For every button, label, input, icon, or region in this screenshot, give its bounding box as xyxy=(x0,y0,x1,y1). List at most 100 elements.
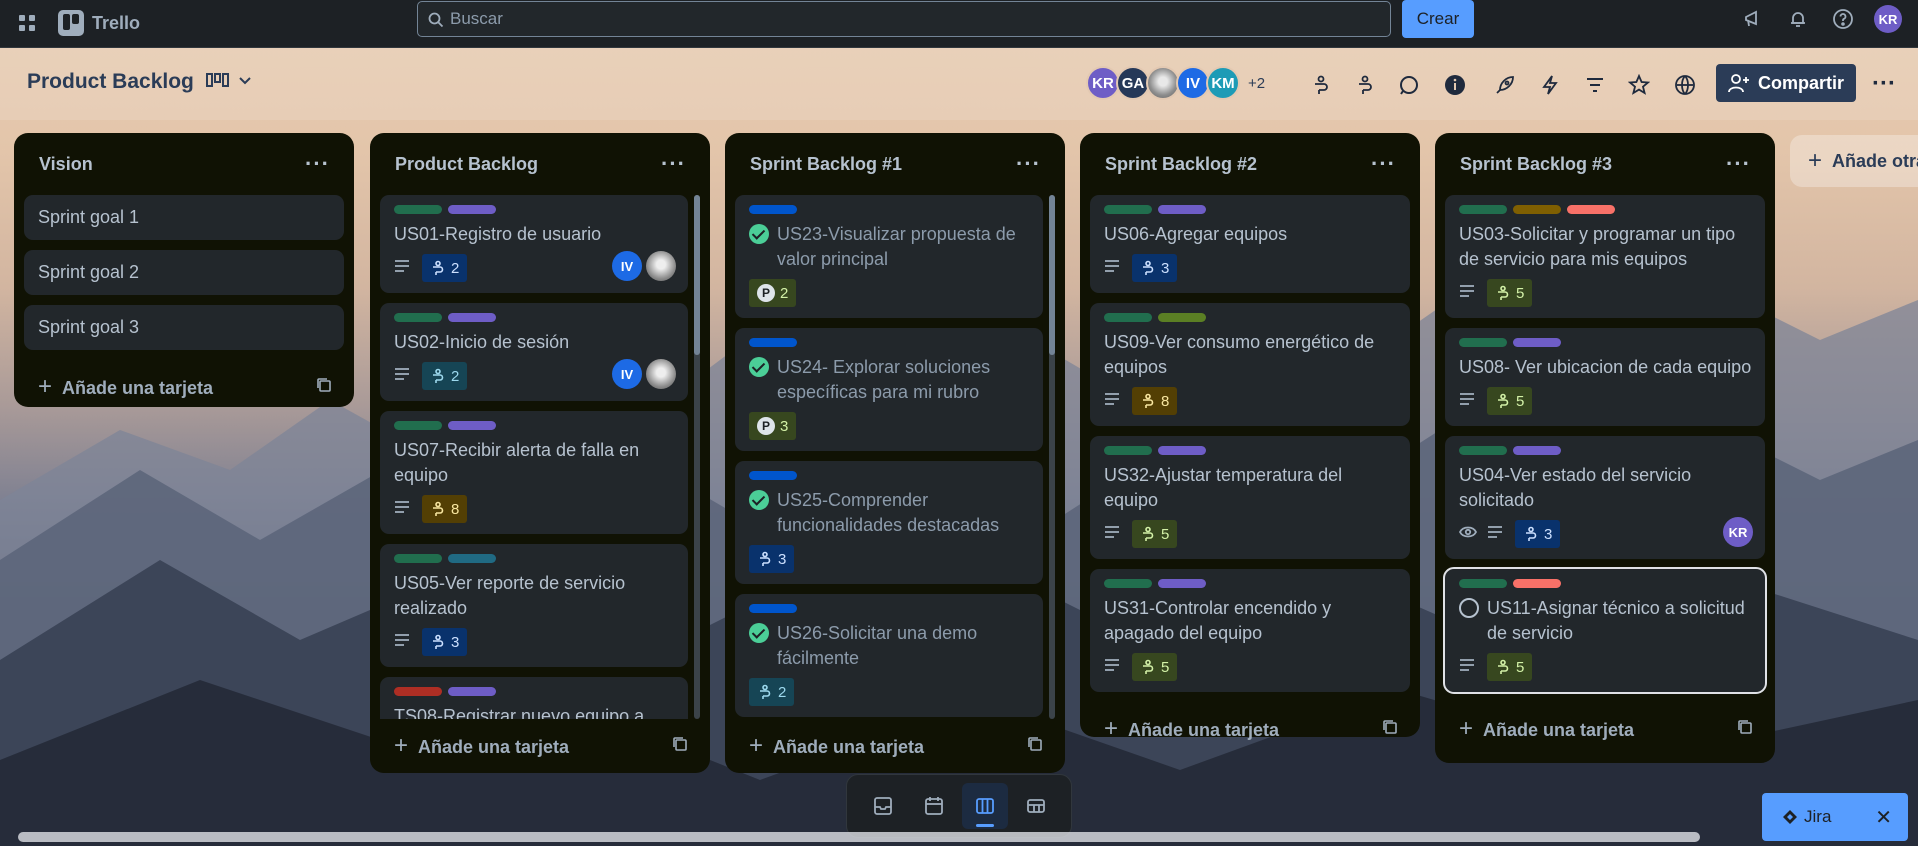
list-card[interactable]: TS08-Registrar nuevo equipo a xyxy=(380,677,688,719)
member-avatar[interactable]: IV xyxy=(612,359,642,389)
label-purple[interactable] xyxy=(1158,579,1206,588)
filter-icon[interactable] xyxy=(1580,70,1610,100)
user-avatar[interactable]: KR xyxy=(1874,5,1902,33)
more-members-count[interactable]: +2 xyxy=(1248,75,1265,92)
member-avatar[interactable]: IV xyxy=(612,251,642,281)
card-labels[interactable] xyxy=(1104,446,1398,455)
list-menu-icon[interactable]: ··· xyxy=(1016,153,1041,175)
template-icon[interactable] xyxy=(1737,719,1753,740)
visibility-globe-icon[interactable] xyxy=(1670,70,1700,100)
list-card[interactable]: US01-Registro de usuario 2 IV xyxy=(380,195,688,293)
card-labels[interactable] xyxy=(394,205,676,214)
star-icon[interactable] xyxy=(1624,70,1654,100)
list-scrollbar[interactable] xyxy=(1049,195,1055,719)
board-menu-button[interactable]: ··· xyxy=(1868,68,1900,100)
list-card[interactable]: US06-Agregar equipos 3 xyxy=(1090,195,1410,293)
add-list-button[interactable]: + Añade otra lista xyxy=(1790,135,1918,187)
list-card[interactable]: US26-Solicitar una demo fácilmente 2 xyxy=(735,594,1043,717)
list-card[interactable]: US02-Inicio de sesión 2 IV xyxy=(380,303,688,401)
board-view-icon[interactable] xyxy=(961,783,1008,829)
completed-check-icon[interactable] xyxy=(749,623,769,643)
board-horizontal-scrollbar[interactable] xyxy=(18,832,1700,842)
label-red[interactable] xyxy=(394,687,442,696)
label-blue[interactable] xyxy=(749,604,797,613)
notifications-bell-icon[interactable] xyxy=(1782,0,1814,38)
inbox-icon[interactable] xyxy=(860,783,906,829)
trello-logo[interactable]: Trello xyxy=(58,10,140,36)
label-green[interactable] xyxy=(1459,338,1507,347)
card-labels[interactable] xyxy=(1459,579,1753,588)
calendar-icon[interactable] xyxy=(911,783,957,829)
list-card[interactable]: US05-Ver reporte de servicio realizado 3 xyxy=(380,544,688,667)
list-menu-icon[interactable]: ··· xyxy=(1726,153,1751,175)
jira-power-up-icon[interactable] xyxy=(1306,70,1336,100)
label-green[interactable] xyxy=(1104,205,1152,214)
card-labels[interactable] xyxy=(1459,338,1753,347)
label-purple[interactable] xyxy=(1158,446,1206,455)
list-card[interactable]: Sprint goal 3 xyxy=(24,305,344,350)
list-scrollbar[interactable] xyxy=(694,195,700,719)
template-icon[interactable] xyxy=(672,736,688,757)
label-green[interactable] xyxy=(1104,579,1152,588)
member-avatar-photo[interactable] xyxy=(646,251,676,281)
add-card-button[interactable]: + Añade una tarjeta xyxy=(24,360,344,414)
list-card[interactable]: US07-Recibir alerta de falla en equipo 8 xyxy=(380,411,688,534)
list-menu-icon[interactable]: ··· xyxy=(305,153,330,175)
comments-icon[interactable] xyxy=(1394,70,1424,100)
card-labels[interactable] xyxy=(394,687,676,696)
search-input[interactable]: Buscar xyxy=(417,1,1391,37)
scrollbar-thumb[interactable] xyxy=(694,195,700,355)
label-olive[interactable] xyxy=(1158,313,1206,322)
create-button[interactable]: Crear xyxy=(1402,0,1474,38)
completed-check-icon[interactable] xyxy=(749,224,769,244)
list-menu-icon[interactable]: ··· xyxy=(661,153,686,175)
member-avatar[interactable]: KM xyxy=(1206,66,1240,100)
close-icon[interactable]: ✕ xyxy=(1875,805,1892,830)
label-green[interactable] xyxy=(394,554,442,563)
label-green[interactable] xyxy=(1459,579,1507,588)
card-labels[interactable] xyxy=(749,471,1031,480)
card-labels[interactable] xyxy=(394,421,676,430)
app-switcher-icon[interactable] xyxy=(18,14,38,34)
card-labels[interactable] xyxy=(394,554,676,563)
label-purple[interactable] xyxy=(1513,446,1561,455)
template-icon[interactable] xyxy=(1027,736,1043,757)
completed-check-icon[interactable] xyxy=(749,490,769,510)
label-pink[interactable] xyxy=(1567,205,1615,214)
completed-check-icon[interactable] xyxy=(749,357,769,377)
add-card-button[interactable]: + Añade una tarjeta xyxy=(380,719,700,773)
list-title[interactable]: Product Backlog xyxy=(395,154,538,175)
label-yellow[interactable] xyxy=(1513,205,1561,214)
card-labels[interactable] xyxy=(394,313,676,322)
label-purple[interactable] xyxy=(448,687,496,696)
list-title[interactable]: Vision xyxy=(39,154,93,175)
label-green[interactable] xyxy=(394,205,442,214)
label-green[interactable] xyxy=(1104,446,1152,455)
label-purple[interactable] xyxy=(448,421,496,430)
view-switcher[interactable] xyxy=(206,72,252,90)
label-green[interactable] xyxy=(1459,205,1507,214)
member-avatar-photo[interactable] xyxy=(1146,66,1180,100)
jira-power-up-icon[interactable] xyxy=(1350,70,1380,100)
label-purple[interactable] xyxy=(1513,338,1561,347)
list-card[interactable]: US03-Solicitar y programar un tipo de se… xyxy=(1445,195,1765,318)
list-title[interactable]: Sprint Backlog #3 xyxy=(1460,154,1612,175)
template-icon[interactable] xyxy=(1382,719,1398,740)
switch-boards-icon[interactable] xyxy=(1013,783,1059,829)
add-card-button[interactable]: + Añade una tarjeta xyxy=(1090,702,1410,756)
list-card[interactable]: Sprint goal 1 xyxy=(24,195,344,240)
label-purple[interactable] xyxy=(448,205,496,214)
list-menu-icon[interactable]: ··· xyxy=(1371,153,1396,175)
card-labels[interactable] xyxy=(1104,313,1398,322)
list-title[interactable]: Sprint Backlog #2 xyxy=(1105,154,1257,175)
complete-checkbox-icon[interactable] xyxy=(1459,598,1479,618)
list-card[interactable]: US04-Ver estado del servicio solicitado … xyxy=(1445,436,1765,559)
label-green[interactable] xyxy=(1459,446,1507,455)
label-purple[interactable] xyxy=(448,313,496,322)
card-labels[interactable] xyxy=(1104,579,1398,588)
card-labels[interactable] xyxy=(749,338,1031,347)
member-avatar-photo[interactable] xyxy=(646,359,676,389)
template-icon[interactable] xyxy=(316,377,332,398)
jira-widget[interactable]: Jira ✕ xyxy=(1762,793,1908,841)
member-avatar[interactable]: KR xyxy=(1723,517,1753,547)
